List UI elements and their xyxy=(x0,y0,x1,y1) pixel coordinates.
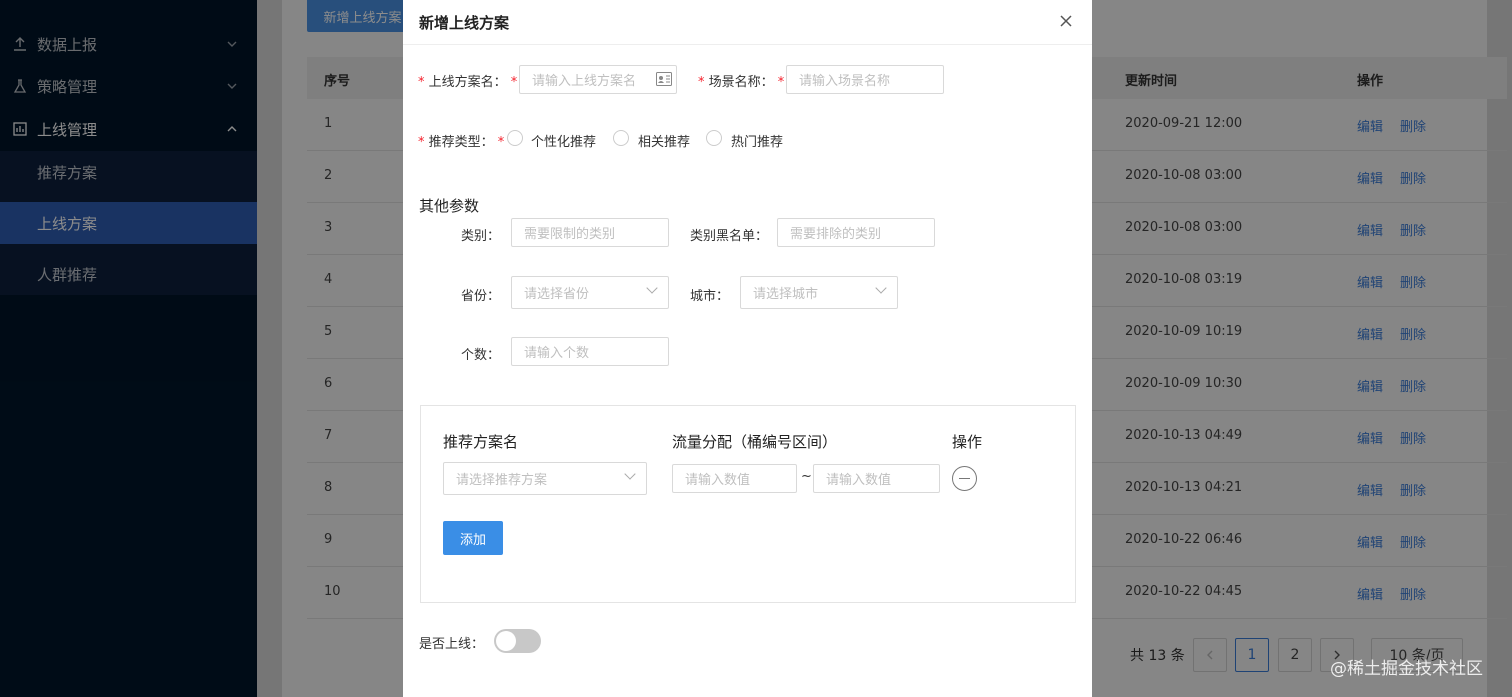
radio-personalized[interactable] xyxy=(507,130,523,146)
modal-title: 新增上线方案 xyxy=(419,14,510,32)
category-blacklist-input[interactable]: 需要排除的类别 xyxy=(777,218,935,247)
watermark: @稀土掘金技术社区 xyxy=(1330,659,1483,679)
chevron-down-icon xyxy=(646,282,658,294)
plan-name-label: * 上线方案名： * xyxy=(418,75,518,90)
switch-knob xyxy=(496,631,516,651)
online-switch[interactable] xyxy=(494,629,541,653)
modal-header: 新增上线方案 xyxy=(403,0,1092,45)
chevron-down-icon xyxy=(875,282,887,294)
count-label: 个数： xyxy=(461,348,501,363)
recommend-plan-select[interactable]: 请选择推荐方案 xyxy=(443,462,647,495)
add-online-plan-modal: 新增上线方案 * 上线方案名： * 请输入上线方案名 * 场景名称： * 请输入… xyxy=(403,0,1092,697)
radio-hot[interactable] xyxy=(706,130,722,146)
province-select[interactable]: 请选择省份 xyxy=(511,276,669,309)
city-select[interactable]: 请选择城市 xyxy=(740,276,898,309)
plan-name-input[interactable]: 请输入上线方案名 xyxy=(519,65,677,94)
close-icon[interactable] xyxy=(1060,11,1072,32)
scene-name-label: * 场景名称： * xyxy=(698,75,785,90)
other-params-title: 其他参数 xyxy=(419,197,480,215)
scene-name-input[interactable]: 请输入场景名称 xyxy=(786,65,944,94)
range-separator: ~ xyxy=(801,469,812,484)
add-button[interactable]: 添加 xyxy=(443,521,503,555)
bucket-to-input[interactable]: 请输入数值 xyxy=(813,464,940,493)
radio-label: 个性化推荐 xyxy=(531,135,597,150)
remove-row-icon[interactable] xyxy=(952,466,977,491)
category-blacklist-label: 类别黑名单： xyxy=(690,229,769,244)
category-input[interactable]: 需要限制的类别 xyxy=(511,218,669,247)
category-label: 类别： xyxy=(461,229,501,244)
id-card-icon xyxy=(656,72,672,90)
bucket-from-input[interactable]: 请输入数值 xyxy=(672,464,797,493)
city-label: 城市： xyxy=(690,289,730,304)
province-label: 省份： xyxy=(461,289,501,304)
traffic-allocation-panel: 推荐方案名 流量分配（桶编号区间） 操作 请选择推荐方案 请输入数值 ~ 请输入… xyxy=(420,405,1076,603)
column-header-plan: 推荐方案名 xyxy=(443,433,519,451)
column-header-traffic: 流量分配（桶编号区间） xyxy=(672,433,838,451)
column-header-action: 操作 xyxy=(952,433,983,451)
radio-label: 热门推荐 xyxy=(731,135,784,150)
online-label: 是否上线： xyxy=(419,637,485,652)
radio-label: 相关推荐 xyxy=(638,135,691,150)
chevron-down-icon xyxy=(624,468,636,480)
recommend-type-label: * 推荐类型： * xyxy=(418,135,505,150)
count-input[interactable]: 请输入个数 xyxy=(511,337,669,366)
radio-related[interactable] xyxy=(613,130,629,146)
